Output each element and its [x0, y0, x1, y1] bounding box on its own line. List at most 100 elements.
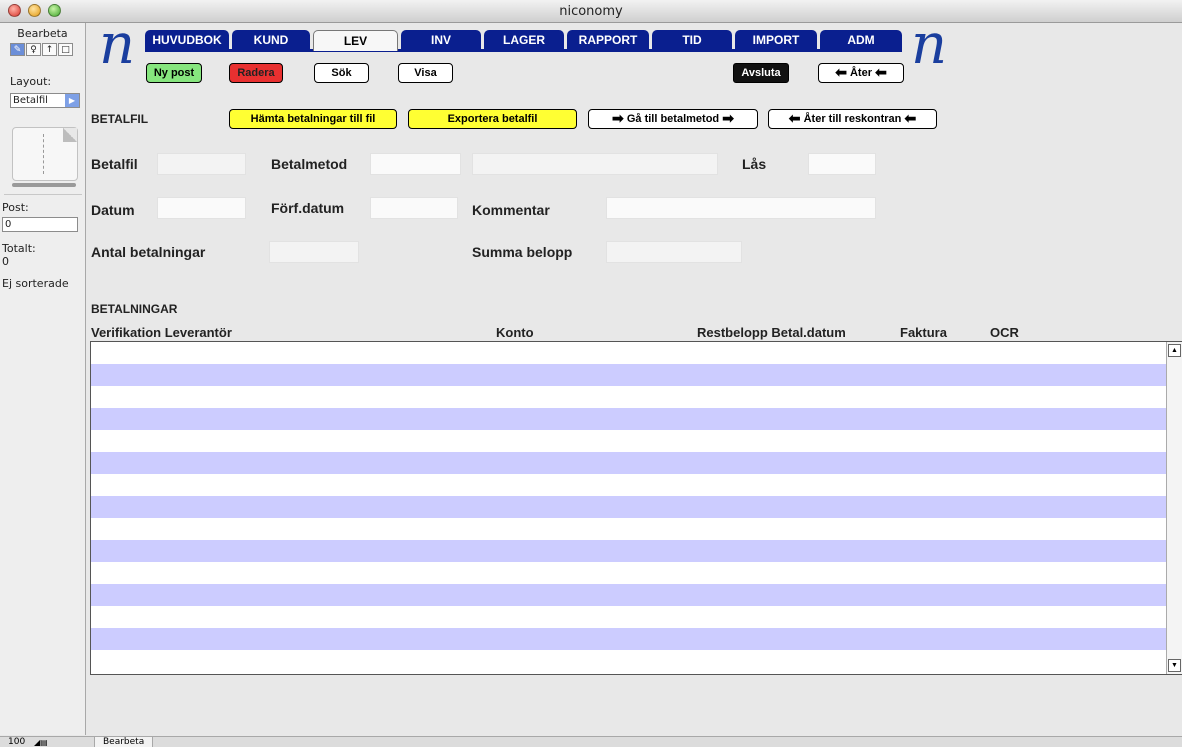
arrow-left-icon: ⬅: [875, 64, 887, 80]
payments-list[interactable]: ▲ ▼: [90, 341, 1182, 675]
post-label: Post:: [2, 201, 29, 214]
tab-inv[interactable]: INV: [401, 30, 481, 50]
niconomy-logo-left: n: [92, 17, 142, 73]
sort-status: Ej sorterade: [2, 277, 69, 290]
antal-betalningar-field: [269, 241, 359, 263]
las-field[interactable]: [808, 153, 876, 175]
antal-betalningar-label: Antal betalningar: [91, 244, 206, 260]
logo-letter: n: [98, 12, 136, 77]
back-button[interactable]: ⬅ Åter ⬅: [818, 63, 904, 83]
show-button[interactable]: Visa: [398, 63, 453, 83]
forfdatum-field[interactable]: [370, 197, 458, 219]
datum-label: Datum: [91, 202, 135, 218]
table-row[interactable]: [91, 408, 1167, 430]
back-button-label: Åter: [849, 67, 872, 79]
betalfil-field[interactable]: [157, 153, 246, 175]
total-value: 0: [2, 255, 9, 268]
arrow-right-icon: ➡: [722, 110, 734, 126]
window-titlebar: niconomy: [0, 0, 1182, 23]
total-label: Totalt:: [2, 242, 36, 255]
arrow-left-icon: ⬅: [904, 110, 917, 126]
column-restbelopp-betaldatum: Restbelopp Betal.datum: [697, 325, 846, 340]
book-spine: [43, 134, 47, 174]
table-row[interactable]: [91, 386, 1167, 408]
browse-tool-icon[interactable]: ✎: [10, 43, 25, 56]
table-row[interactable]: [91, 364, 1167, 386]
table-row[interactable]: [91, 562, 1167, 584]
datum-field[interactable]: [157, 197, 246, 219]
section-title: BETALFIL: [91, 112, 149, 126]
scroll-down-icon[interactable]: ▼: [1168, 659, 1181, 672]
export-payment-file-button[interactable]: Exportera betalfil: [408, 109, 577, 129]
table-row[interactable]: [91, 606, 1167, 628]
table-row[interactable]: [91, 540, 1167, 562]
column-verifikation-leverantor: Verifikation Leverantör: [91, 325, 232, 340]
scroll-up-icon[interactable]: ▲: [1168, 344, 1181, 357]
layout-select-value: Betalfil: [13, 95, 48, 106]
las-label: Lås: [742, 156, 767, 172]
page-fold-icon: [63, 128, 77, 142]
status-tools: ✎ ♀ ↑ □: [10, 43, 73, 57]
back-to-ledger-button[interactable]: ⬅ Åter till reskontran ⬅: [768, 109, 937, 129]
tab-lager[interactable]: LAGER: [484, 30, 564, 50]
mode-label: Bearbeta: [17, 27, 68, 40]
betalfil-label: Betalfil: [91, 156, 138, 172]
goto-payment-method-label: Gå till betalmetod: [626, 113, 720, 125]
delete-button[interactable]: Radera: [229, 63, 283, 83]
kommentar-label: Kommentar: [472, 202, 550, 218]
kommentar-field[interactable]: [606, 197, 876, 219]
goto-payment-method-button[interactable]: ➡ Gå till betalmetod ➡: [588, 109, 758, 129]
new-post-button[interactable]: Ny post: [146, 63, 202, 83]
tab-import[interactable]: IMPORT: [735, 30, 817, 50]
table-row[interactable]: [91, 452, 1167, 474]
record-book-icon[interactable]: [12, 127, 78, 181]
window-title: niconomy: [559, 4, 623, 19]
bottom-status-bar: 100 ◢▤ Bearbeta: [0, 736, 1182, 747]
tab-lev[interactable]: LEV: [313, 30, 398, 51]
sidebar-divider: [4, 194, 82, 195]
summa-belopp-label: Summa belopp: [472, 244, 573, 260]
column-konto: Konto: [496, 325, 534, 340]
table-row[interactable]: [91, 584, 1167, 606]
payments-title: BETALNINGAR: [91, 302, 178, 316]
arrow-left-icon: ⬅: [788, 110, 801, 126]
column-ocr: OCR: [990, 325, 1019, 340]
betalmetod-name-field: [472, 153, 718, 175]
tab-huvudbok[interactable]: HUVUDBOK: [145, 30, 229, 50]
table-row[interactable]: [91, 518, 1167, 540]
fetch-payments-button[interactable]: Hämta betalningar till fil: [229, 109, 397, 129]
chevron-right-icon: ▶: [65, 94, 79, 107]
table-row[interactable]: [91, 628, 1167, 650]
tab-rapport[interactable]: RAPPORT: [567, 30, 649, 50]
page-tool-icon[interactable]: □: [58, 43, 73, 56]
table-row[interactable]: [91, 430, 1167, 452]
table-row[interactable]: [91, 650, 1167, 672]
betalmetod-label: Betalmetod: [271, 156, 348, 172]
arrow-right-icon: ➡: [612, 110, 624, 126]
betalmetod-field[interactable]: [370, 153, 461, 175]
list-scrollbar[interactable]: ▲ ▼: [1166, 342, 1182, 674]
logo-letter: n: [910, 12, 948, 77]
post-number-input[interactable]: 0: [2, 217, 78, 232]
table-row[interactable]: [91, 496, 1167, 518]
arrow-left-icon: ⬅: [835, 64, 847, 80]
forfdatum-label: Förf.datum: [271, 200, 345, 216]
status-sidebar: Bearbeta ✎ ♀ ↑ □ Layout: Betalfil ▶ Post…: [0, 23, 86, 735]
search-button[interactable]: Sök: [314, 63, 369, 83]
layout-select[interactable]: Betalfil ▶: [10, 93, 80, 108]
summa-belopp-field: [606, 241, 742, 263]
column-faktura: Faktura: [900, 325, 947, 340]
table-row[interactable]: [91, 342, 1167, 364]
pointer-tool-icon[interactable]: ↑: [42, 43, 57, 56]
lasso-tool-icon[interactable]: ♀: [26, 43, 41, 56]
tab-tid[interactable]: TID: [652, 30, 732, 50]
tab-kund[interactable]: KUND: [232, 30, 310, 50]
tab-adm[interactable]: ADM: [820, 30, 902, 50]
quit-button[interactable]: Avsluta: [733, 63, 789, 83]
payments-rows: [91, 342, 1167, 674]
record-slider[interactable]: [12, 183, 76, 187]
layout-label: Layout:: [10, 75, 52, 88]
back-to-ledger-label: Åter till reskontran: [803, 113, 902, 125]
table-row[interactable]: [91, 474, 1167, 496]
niconomy-logo-right: n: [904, 17, 954, 73]
